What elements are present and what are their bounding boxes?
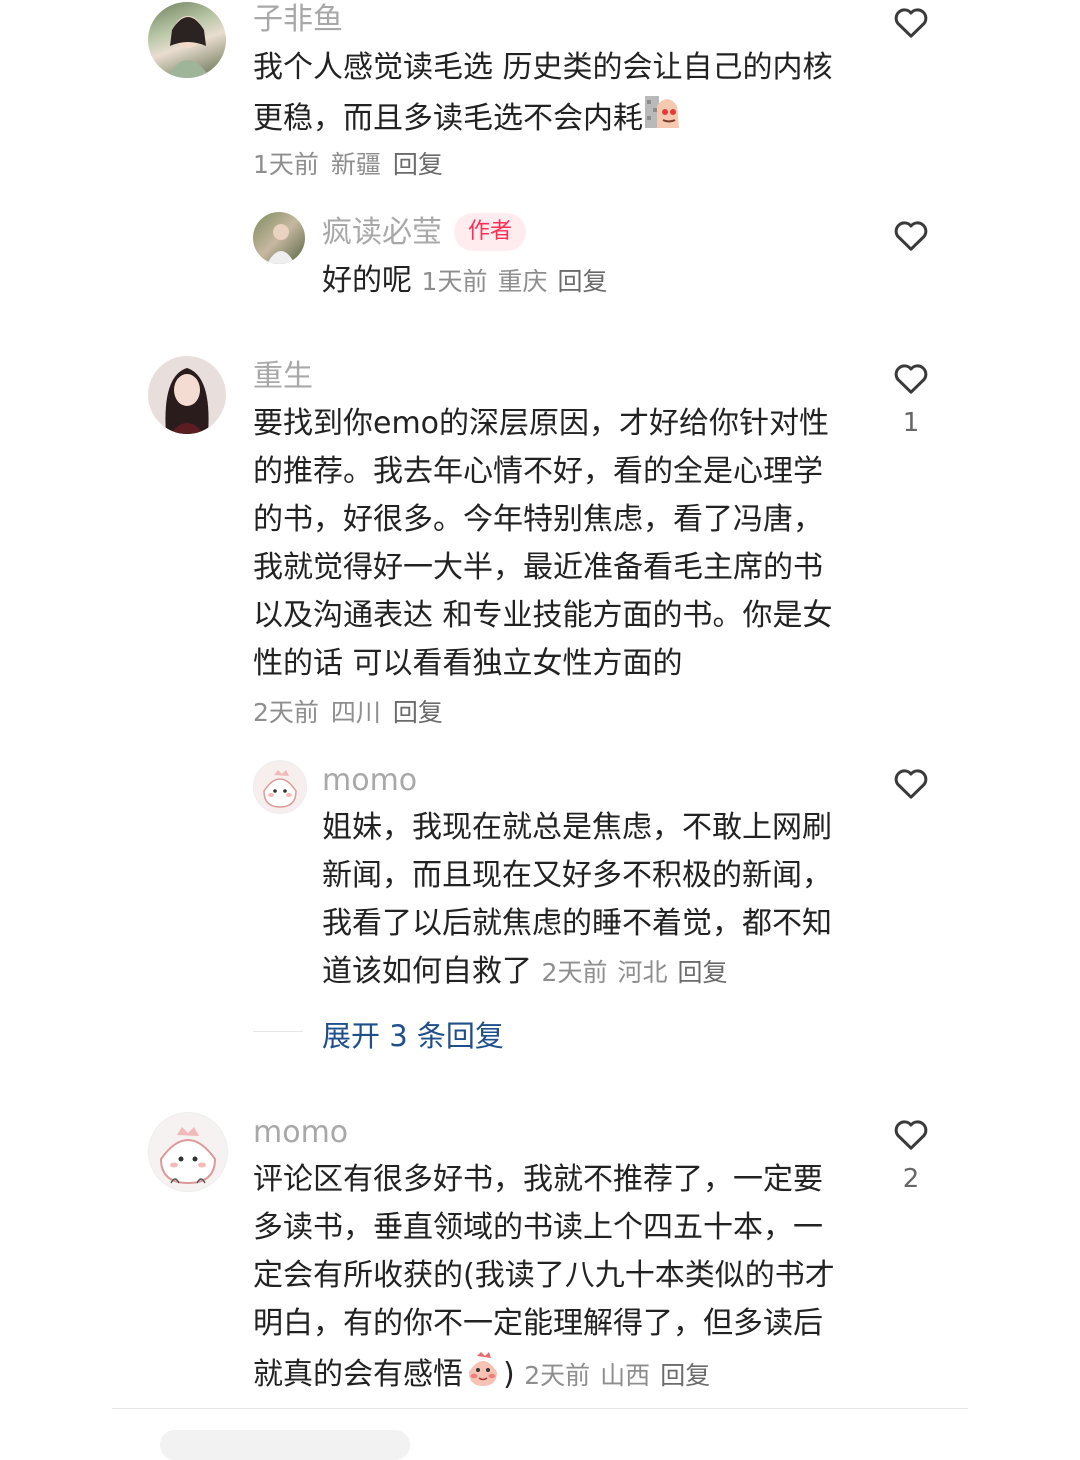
like-heart-icon[interactable] — [891, 2, 931, 42]
avatar-image — [165, 368, 209, 434]
comment-text-line: 更稳，而且多读毛选不会内耗 — [253, 92, 853, 147]
reply-button[interactable]: 回复 — [677, 958, 727, 987]
blushing-face-emoji-icon — [463, 1348, 503, 1403]
like-heart-icon[interactable] — [891, 763, 931, 803]
comment-location: 新疆 — [330, 150, 381, 179]
comment-text-line: 以及沟通表达 和专业技能方面的书。你是女 — [253, 598, 833, 633]
like-heart-icon[interactable] — [891, 215, 931, 255]
reply-button[interactable]: 回复 — [660, 1361, 710, 1390]
reply-username[interactable]: momo — [322, 761, 417, 801]
reply-button[interactable]: 回复 — [393, 698, 443, 727]
expand-divider — [253, 1031, 303, 1032]
comment-text: 我个人感觉读毛选 历史类的会让自己的内核 更稳，而且多读毛选不会内耗 — [253, 44, 853, 147]
expand-replies-link[interactable]: 展开 3 条回复 — [322, 1013, 504, 1055]
author-badge: 作者 — [454, 213, 527, 251]
avatar-image — [166, 16, 210, 78]
comment-time: 2天前 — [524, 1361, 591, 1390]
reply-button[interactable]: 回复 — [557, 267, 607, 296]
like-heart-icon[interactable] — [891, 1114, 931, 1154]
comment-text: 要找到你emo的深层原因，才好给你针对性 的推荐。我去年心情不好，看的全是心理学… — [253, 400, 853, 688]
comment-time: 1天前 — [253, 150, 319, 179]
comment-username[interactable]: 子非鱼 — [253, 0, 343, 40]
comment-meta: 2天前 山西 回复 — [524, 1361, 720, 1390]
comment-username[interactable]: momo — [253, 1113, 348, 1153]
comment-text-line: 我个人感觉读毛选 历史类的会让自己的内核 — [253, 50, 833, 85]
comment-time: 2天前 — [253, 698, 319, 727]
reply-text: 好的呢 1天前 重庆 回复 — [322, 257, 617, 306]
reply-meta: 2天前 河北 回复 — [542, 958, 738, 987]
bottom-divider — [112, 1408, 968, 1409]
comment-text-line: 评论区有很多好书，我就不推荐了，一定要 — [253, 1162, 823, 1197]
comment-text-line: 的推荐。我去年心情不好，看的全是心理学 — [253, 454, 823, 489]
avatar-image — [267, 224, 295, 264]
reply-text-content: 好的呢 — [322, 263, 412, 298]
comment-username[interactable]: 重生 — [253, 357, 313, 397]
comment-text-line: 要找到你emo的深层原因，才好给你针对性 — [253, 406, 830, 441]
comment-text-line: 的书，好很多。今年特别焦虑，看了冯唐， — [253, 502, 823, 537]
peeking-face-emoji-icon — [643, 92, 683, 147]
reply-time: 2天前 — [541, 958, 608, 987]
comment-meta: 1天前 新疆 回复 — [253, 147, 455, 183]
avatar[interactable] — [148, 2, 226, 78]
reply-text: 姐妹，我现在就总是焦虑，不敢上网刷 新闻，而且现在又好多不积极的新闻， 我看了以… — [322, 804, 862, 997]
reply-avatar[interactable] — [253, 212, 305, 264]
reply-meta: 1天前 重庆 回复 — [422, 267, 618, 296]
like-count: 1 — [902, 408, 920, 438]
comment-text-line: 明白，有的你不一定能理解得了，但多读后 — [253, 1306, 823, 1341]
reply-location: 重庆 — [497, 267, 548, 296]
reply-text-line: 道该如何自救了 2天前 河北 回复 — [322, 948, 862, 997]
reply-username[interactable]: 疯读必莹 — [322, 213, 442, 253]
comment-text: 评论区有很多好书，我就不推荐了，一定要 多读书，垂直领域的书读上个四五十本，一 … — [253, 1156, 853, 1403]
comment-text-line: 多读书，垂直领域的书读上个四五十本，一 — [253, 1210, 823, 1245]
comment-location: 四川 — [330, 698, 381, 727]
comment-text-line: 性的话 可以看看独立女性方面的 — [253, 646, 683, 681]
like-count: 2 — [902, 1164, 920, 1194]
bottom-input-bar-edge[interactable] — [160, 1430, 410, 1460]
like-heart-icon[interactable] — [891, 358, 931, 398]
reply-text-line: 姐妹，我现在就总是焦虑，不敢上网刷 — [322, 810, 832, 845]
avatar-image — [159, 1127, 217, 1185]
reply-text-line: 我看了以后就焦虑的睡不着觉，都不知 — [322, 906, 832, 941]
reply-button[interactable]: 回复 — [393, 150, 443, 179]
avatar[interactable] — [148, 356, 226, 434]
comment-text-line: 就真的会有感悟) 2天前 山西 回复 — [253, 1348, 853, 1403]
comment-text-line: 我就觉得好一大半，最近准备看毛主席的书 — [253, 550, 823, 585]
avatar-image — [263, 770, 297, 808]
comment-meta: 2天前 四川 回复 — [253, 695, 455, 731]
comment-location: 山西 — [600, 1361, 651, 1390]
reply-avatar[interactable] — [253, 760, 307, 814]
reply-text-line: 新闻，而且现在又好多不积极的新闻， — [322, 858, 832, 893]
reply-location: 河北 — [617, 958, 668, 987]
comment-text-line: 定会有所收获的(我读了八九十本类似的书才 — [253, 1258, 835, 1293]
avatar[interactable] — [148, 1112, 228, 1192]
reply-time: 1天前 — [421, 267, 488, 296]
